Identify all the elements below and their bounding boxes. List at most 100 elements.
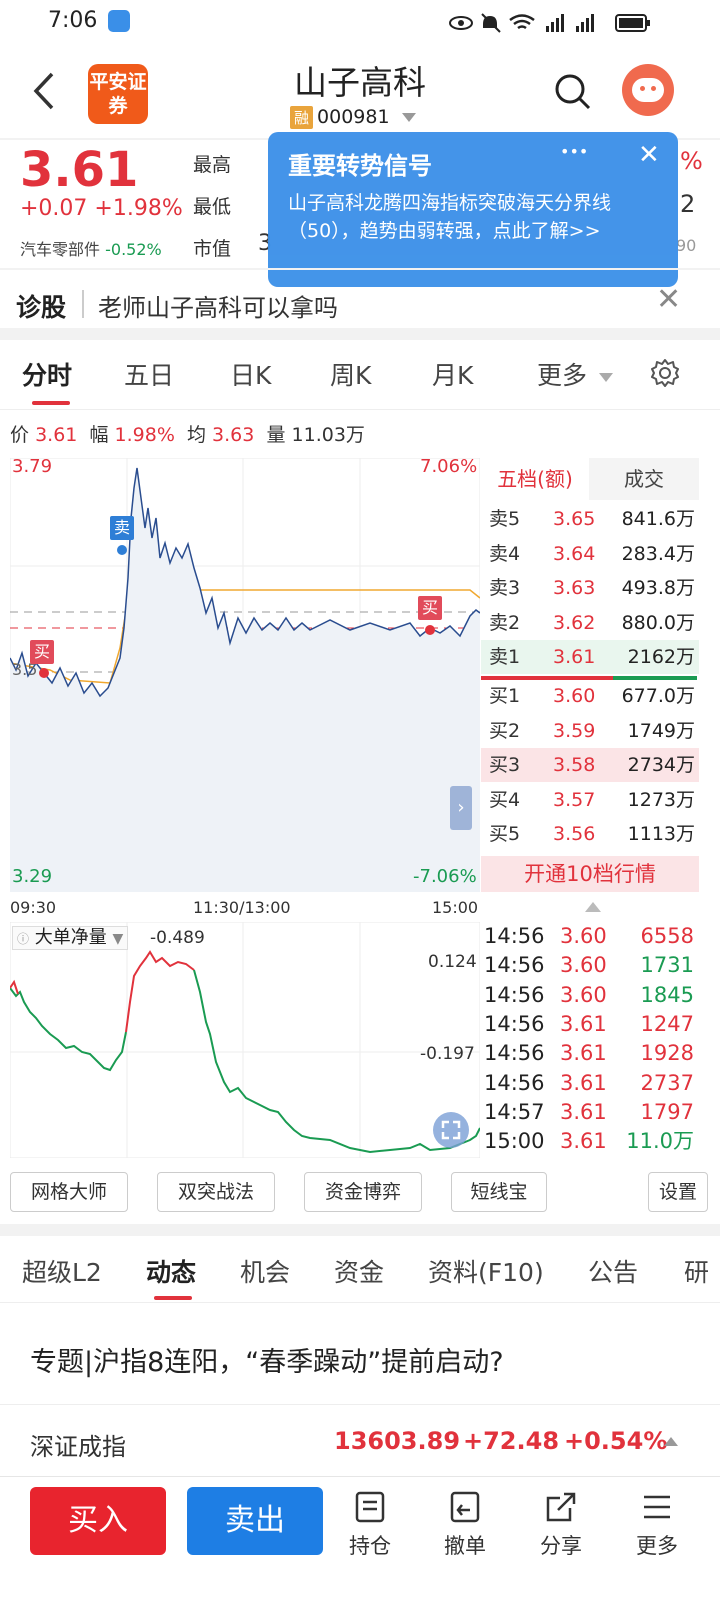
tab-daily[interactable]: 日K [230, 356, 271, 392]
level-volume: 841.6万 [621, 508, 695, 530]
search-icon[interactable] [553, 72, 593, 112]
netflow-top-label: 0.124 [428, 952, 477, 972]
price-change: +0.07 +1.98% [20, 196, 183, 221]
share-button[interactable]: 分享 [526, 1490, 596, 1560]
stock-code-selector[interactable]: 融 000981 [290, 106, 416, 129]
tab-more[interactable]: 更多 [537, 356, 614, 392]
tab-monthly[interactable]: 月K [432, 356, 473, 392]
chevron-up-icon[interactable] [585, 902, 601, 912]
bid-ask-bar-red [481, 676, 613, 680]
capital-game-button[interactable]: 资金博弈 [304, 1172, 422, 1212]
fullscreen-icon[interactable] [433, 1112, 469, 1148]
bid-level-row: 买4 3.57 1273万 [481, 783, 699, 817]
cancel-order-button[interactable]: 撤单 [430, 1490, 500, 1560]
buy-signal-marker[interactable]: 买 [30, 640, 54, 664]
tab-opportunity[interactable]: 机会 [240, 1253, 290, 1289]
back-icon[interactable] [30, 70, 60, 112]
time-mid: 11:30/13:00 [193, 898, 291, 917]
chevron-down-icon [599, 372, 614, 382]
grid-master-button[interactable]: 网格大师 [10, 1172, 128, 1212]
popup-body[interactable]: 山子高科龙腾四海指标突破海天分界线（50），趋势由弱转强，点此了解>> [288, 189, 658, 245]
level-price: 3.60 [553, 685, 596, 707]
open-level2-button[interactable]: 开通10档行情 [481, 856, 699, 892]
tab-news[interactable]: 动态 [146, 1253, 196, 1289]
tick-time: 14:56 [484, 982, 545, 1007]
index-name: 深证成指 [30, 1433, 126, 1461]
tick-time: 15:00 [484, 1129, 545, 1154]
news-headline[interactable]: 专题|沪指8连阳，“春季躁动”提前启动? [30, 1340, 504, 1379]
page-title: 山子高科 [294, 63, 426, 102]
weather-icon [108, 10, 130, 32]
tab-super-l2[interactable]: 超级L2 [22, 1253, 102, 1289]
level-price: 3.57 [553, 788, 596, 811]
divider [0, 268, 720, 270]
index-value: 13603.89 [334, 1427, 461, 1455]
level-price: 3.59 [553, 719, 596, 742]
level-volume: 1749万 [627, 719, 695, 742]
netflow-mid-label: -0.197 [420, 1044, 475, 1064]
tab-underline [154, 1296, 192, 1300]
tab-underline [32, 401, 70, 405]
tab-5day[interactable]: 五日 [124, 356, 174, 392]
more-button[interactable]: 更多 [622, 1490, 692, 1560]
holdings-button[interactable]: 持仓 [335, 1490, 405, 1560]
tick-price: 3.61 [560, 1129, 607, 1154]
level-label: 卖4 [489, 542, 521, 565]
tick-time: 14:56 [484, 953, 545, 978]
level-label: 卖5 [489, 508, 521, 530]
tick-time: 14:56 [484, 924, 545, 948]
netflow-chart[interactable] [10, 922, 480, 1158]
short-term-button[interactable]: 短线宝 [451, 1172, 547, 1212]
signal-popup[interactable]: 重要转势信号 山子高科龙腾四海指标突破海天分界线（50），趋势由弱转强，点此了解… [268, 132, 678, 287]
level-volume: 493.8万 [621, 577, 695, 600]
chart-up-pct: 7.06% [420, 456, 478, 477]
intraday-chart[interactable] [10, 458, 480, 892]
ask-level-row: 卖1 3.61 2162万 [481, 640, 699, 675]
status-icons [449, 13, 650, 33]
level-price: 3.65 [553, 508, 596, 530]
diagnose-question[interactable]: 老师山子高科可以拿吗 [98, 288, 338, 323]
level-label: 卖1 [489, 646, 521, 669]
buy-button[interactable]: 买入 [30, 1487, 166, 1555]
more-icon[interactable]: ••• [560, 142, 588, 161]
sector-info[interactable]: 汽车零部件 -0.52% [20, 236, 162, 260]
tick-volume: 1247 [640, 1011, 694, 1036]
tab-announcement[interactable]: 公告 [588, 1253, 638, 1289]
close-icon[interactable]: ✕ [638, 140, 660, 170]
bid-ask-bar-green [613, 676, 697, 680]
tick-time: 14:56 [484, 1011, 545, 1036]
tab-weekly[interactable]: 周K [330, 356, 371, 392]
gear-icon[interactable] [650, 358, 680, 388]
buy-signal-marker[interactable]: 买 [418, 596, 442, 620]
level-price: 3.56 [553, 823, 596, 846]
tab-intraday[interactable]: 分时 [22, 356, 72, 392]
volume-ratio-partial: 2 [680, 190, 696, 218]
ask-level-row: 卖5 3.65 841.6万 [481, 502, 699, 536]
double-breakout-button[interactable]: 双突战法 [157, 1172, 275, 1212]
tick-time: 14:56 [484, 1041, 545, 1066]
margin-badge: 融 [290, 106, 314, 129]
netflow-selector[interactable]: ⓘ 大单净量 ▼ [12, 926, 129, 950]
tab-capital[interactable]: 资金 [334, 1253, 384, 1289]
sell-signal-marker[interactable]: 卖 [110, 516, 134, 540]
level-volume: 1273万 [627, 788, 695, 811]
tick-time: 14:56 [484, 1070, 545, 1095]
index-ticker[interactable]: 深证成指 13603.89 +72.48 +0.54% [0, 1404, 720, 1476]
assistant-avatar[interactable] [622, 64, 674, 116]
divider [82, 290, 84, 318]
level-volume: 2734万 [627, 754, 695, 777]
trade-ticks: 14:56 3.60 6558 14:56 3.60 1731 14:56 3.60 1845 1… [482, 922, 702, 1158]
sell-button[interactable]: 卖出 [187, 1487, 323, 1555]
tick-volume: 11.0万 [626, 1129, 694, 1154]
tab-f10[interactable]: 资料(F10) [428, 1253, 544, 1289]
level-price: 3.58 [553, 754, 596, 777]
expand-panel-icon[interactable]: › [450, 786, 472, 830]
tab-research[interactable]: 研 [684, 1253, 709, 1289]
bid-level-row: 买3 3.58 2734万 [481, 748, 699, 783]
level-volume: 677.0万 [621, 685, 695, 707]
tick-price: 3.61 [560, 1041, 607, 1066]
settings-button[interactable]: 设置 [648, 1172, 708, 1212]
tick-volume: 1928 [640, 1041, 694, 1066]
close-icon[interactable]: ✕ [656, 282, 681, 317]
bid-level-row: 买2 3.59 1749万 [481, 714, 699, 748]
